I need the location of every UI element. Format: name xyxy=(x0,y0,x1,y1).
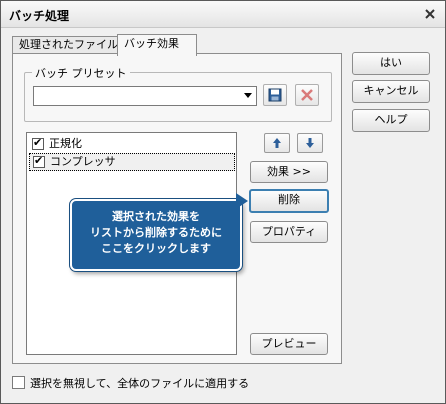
effect-item-compressor[interactable]: ✔ コンプレッサ xyxy=(29,153,235,171)
dropdown-arrow-icon[interactable] xyxy=(244,93,252,98)
effect-checkbox[interactable]: ✔ xyxy=(33,154,45,168)
tab-label: 処理されたファイル xyxy=(19,38,118,51)
red-x-icon xyxy=(301,89,313,101)
effect-checkbox[interactable]: ✔ xyxy=(32,136,44,150)
floppy-disk-icon xyxy=(268,88,282,102)
effect-label: 正規化 xyxy=(49,137,82,150)
tab-processed-files[interactable]: 処理されたファイル xyxy=(12,36,118,54)
tab-batch-effects[interactable]: バッチ効果 xyxy=(117,34,197,56)
effect-item-normalize[interactable]: ✔ 正規化 xyxy=(29,136,233,152)
ok-button[interactable]: はい xyxy=(352,52,430,75)
delete-preset-button[interactable] xyxy=(295,84,319,106)
delete-effect-button[interactable]: 削除 xyxy=(249,189,329,213)
tooltip-callout: 選択された効果を リストから削除するために ここをクリックします xyxy=(70,199,242,271)
properties-button[interactable]: プロパティ xyxy=(250,221,328,243)
save-preset-button[interactable] xyxy=(263,84,287,106)
tooltip-line: ここをクリックします xyxy=(101,242,211,255)
window-title: バッチ処理 xyxy=(9,9,70,23)
tooltip-line: 選択された効果を xyxy=(112,210,200,223)
preset-group-label: バッチ プリセット xyxy=(32,65,130,81)
move-up-button[interactable] xyxy=(264,133,290,153)
tooltip-line: リストから削除するために xyxy=(90,226,222,239)
arrow-up-icon xyxy=(273,138,281,148)
effect-label: コンプレッサ xyxy=(50,155,116,168)
effects-button[interactable]: 効果 >> xyxy=(250,161,328,183)
move-down-button[interactable] xyxy=(297,133,323,153)
tab-label: バッチ効果 xyxy=(124,37,179,50)
apply-all-label[interactable]: 選択を無視して、全体のファイルに適用する xyxy=(30,375,249,391)
title-bar[interactable]: バッチ処理 xyxy=(1,1,445,28)
close-icon xyxy=(425,9,435,19)
apply-all-checkbox[interactable] xyxy=(12,376,25,389)
checkmark-icon: ✔ xyxy=(33,136,43,149)
preset-combobox[interactable] xyxy=(33,86,257,106)
help-button[interactable]: ヘルプ xyxy=(352,109,430,132)
preview-button[interactable]: プレビュー xyxy=(250,333,328,355)
tooltip-pointer xyxy=(236,193,248,209)
checkmark-icon: ✔ xyxy=(34,154,44,167)
close-button[interactable] xyxy=(421,5,439,23)
cancel-button[interactable]: キャンセル xyxy=(352,80,430,103)
arrow-down-icon xyxy=(306,138,314,148)
